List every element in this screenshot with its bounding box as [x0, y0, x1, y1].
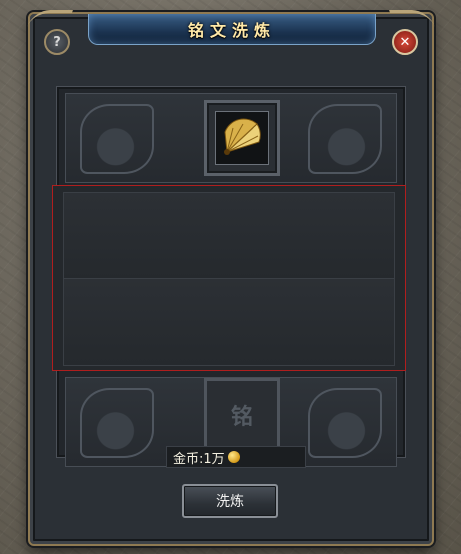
title-bar: 铭文洗炼 [88, 14, 376, 45]
rune-attribute-row-2[interactable] [63, 278, 395, 366]
refine-button[interactable]: 洗炼 [182, 484, 278, 518]
top-ornate-frame [65, 93, 397, 183]
question-icon: ? [53, 34, 61, 50]
gold-coin-icon [227, 451, 240, 463]
close-icon: ✕ [399, 34, 411, 50]
window-title: 铭文洗炼 [187, 21, 276, 40]
frame-ornament-left [26, 10, 74, 27]
item-slot[interactable] [204, 100, 280, 176]
rune-refine-window: 铭文洗炼 ? ✕ 铭 金币:1万 洗炼 [26, 10, 436, 546]
fan-item-icon [224, 118, 261, 155]
item-slot-inner [215, 111, 269, 165]
rune-glyph: 铭 [230, 405, 253, 430]
rune-attribute-row-1[interactable] [63, 192, 395, 280]
help-button[interactable]: ? [44, 29, 70, 55]
cost-display: 金币:1万 [166, 446, 306, 468]
cost-label: 金币:1万 [173, 451, 225, 467]
refine-button-label: 洗炼 [216, 494, 244, 510]
close-button[interactable]: ✕ [392, 29, 418, 55]
rune-attribute-selection [52, 185, 406, 371]
rune-slot[interactable]: 铭 [204, 378, 280, 452]
frame-ornament-right [388, 10, 436, 27]
